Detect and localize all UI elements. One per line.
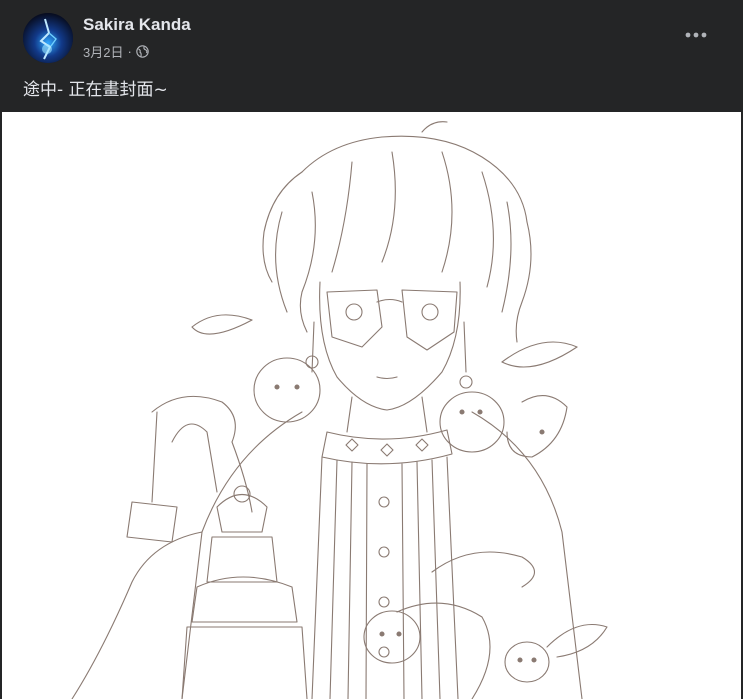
meta-separator: · xyxy=(127,44,132,59)
post-header: Sakira Kanda 3月2日 · xyxy=(0,0,743,70)
author-name[interactable]: Sakira Kanda xyxy=(83,15,191,35)
post-caption: 途中- 正在畫封面~ xyxy=(23,80,168,100)
line-art-sketch xyxy=(71,121,608,699)
globe-icon xyxy=(136,45,149,58)
more-options-button[interactable] xyxy=(678,17,714,53)
facebook-post: Sakira Kanda 3月2日 · 途中- 正在畫封面~ xyxy=(0,0,743,699)
post-meta: 3月2日 · xyxy=(83,42,149,61)
author-avatar[interactable] xyxy=(23,13,73,63)
post-date[interactable]: 3月2日 xyxy=(83,42,123,61)
more-options-icon xyxy=(685,32,707,38)
post-image[interactable] xyxy=(2,112,741,699)
